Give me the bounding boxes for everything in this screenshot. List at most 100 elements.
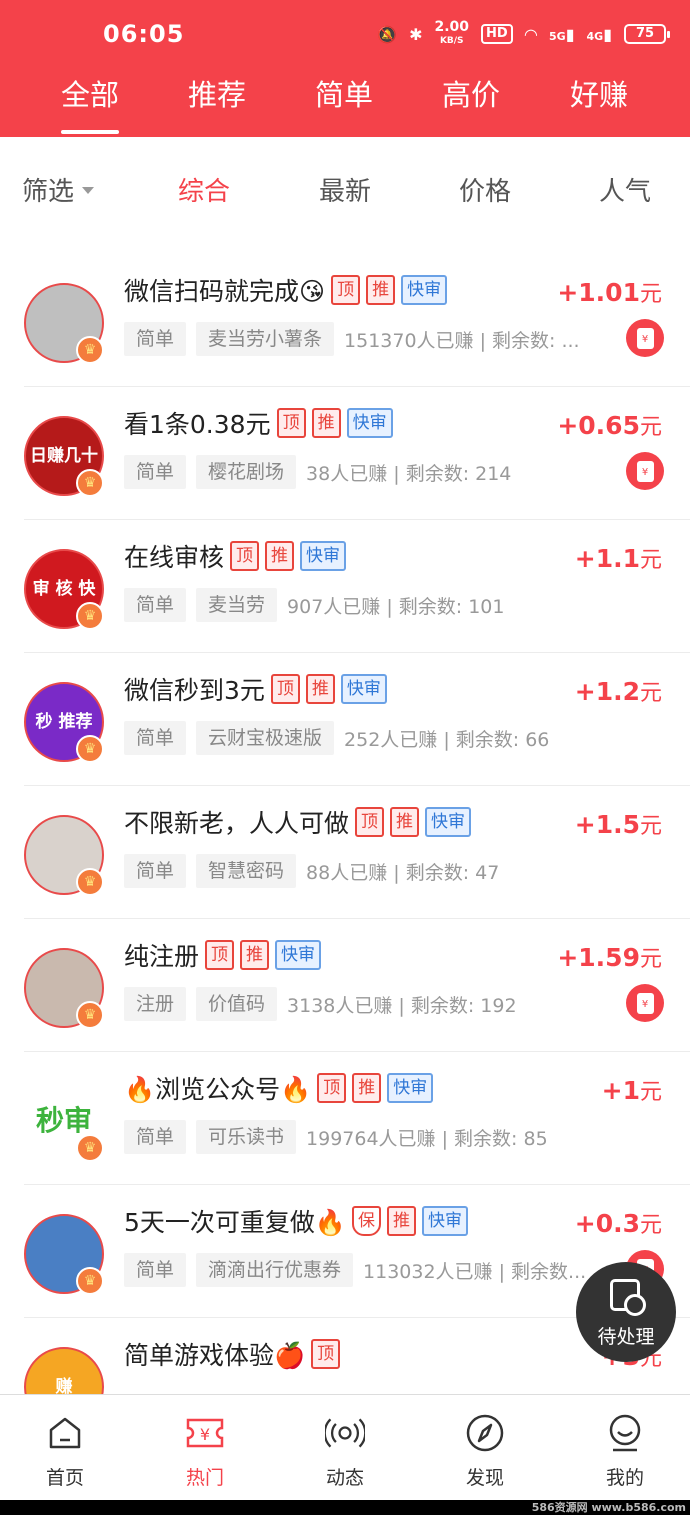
task-item[interactable]: 秒审 ♛ 🔥浏览公众号🔥 顶推快审 +1元 简单 可乐读书 199764人已赚 | 剩余数: … (0, 1052, 690, 1185)
pending-button[interactable]: 待处理 (576, 1262, 676, 1362)
task-title-row: 微信扫码就完成😘 顶推快审 (124, 272, 448, 308)
crown-icon: ♛ (76, 1134, 104, 1162)
task-title: 不限新老，人人可做 (124, 809, 350, 838)
nav-mine[interactable]: 我的 (556, 1395, 690, 1501)
caret-down-icon (82, 187, 95, 194)
task-category: 简单 (124, 854, 187, 888)
sort-overall[interactable]: 综合 (164, 171, 244, 208)
task-category: 简单 (124, 588, 187, 622)
task-meta: 简单 滴滴出行优惠券 113032人已赚 | 剩余数... (124, 1253, 586, 1287)
task-meta: 简单 可乐读书 199764人已赚 | 剩余数: 85 (124, 1120, 548, 1154)
profile-icon (605, 1413, 645, 1453)
nav-hot-label: 热门 (185, 1467, 224, 1489)
tag-fast: 快审 (300, 541, 347, 571)
task-platform: 智慧密码 (196, 854, 297, 888)
task-platform: 价值码 (196, 987, 278, 1021)
crown-icon: ♛ (76, 1267, 104, 1295)
nav-home[interactable]: 首页 (0, 1395, 134, 1501)
filter-dropdown[interactable]: 筛选 (22, 171, 95, 208)
svg-text:¥: ¥ (200, 1425, 210, 1444)
task-item[interactable]: ♛ 微信扫码就完成😘 顶推快审 +1.01元 简单 麦当劳小薯条 151370人已赚 | 剩… (0, 254, 690, 387)
task-title-row: 微信秒到3元顶推快审 (124, 671, 387, 707)
task-title-row: 不限新老，人人可做顶推快审 (124, 804, 472, 840)
tag-top: 顶 (331, 275, 361, 305)
task-title-row: 5天一次可重复做🔥 保推快审 (124, 1203, 469, 1239)
category-tabs: 全部 推荐 简单 高价 好赚 (0, 64, 690, 137)
nav-hot[interactable]: ¥ 热门 (136, 1395, 274, 1501)
task-category: 简单 (124, 1253, 187, 1287)
task-meta: 简单 麦当劳 907人已赚 | 剩余数: 101 (124, 588, 504, 622)
task-price: +1元 (601, 1076, 662, 1105)
ticket-yen-icon: ¥ (185, 1413, 225, 1453)
tag-fast: 快审 (387, 1073, 434, 1103)
task-item[interactable]: ♛ 不限新老，人人可做顶推快审 +1.5元 简单 智慧密码 88人已赚 | 剩余数: 47 (0, 786, 690, 919)
task-category: 简单 (124, 721, 187, 755)
tag-rec: 推 (240, 940, 270, 970)
tag-top: 顶 (355, 807, 385, 837)
task-item[interactable]: 日赚几十 ♛ 看1条0.38元顶推快审 +0.65元 简单 樱花剧场 38人已赚 | 剩余数… (0, 387, 690, 520)
task-title: 5天一次可重复做🔥 (124, 1208, 347, 1237)
crown-icon: ♛ (76, 602, 104, 630)
crown-icon: ♛ (76, 735, 104, 763)
task-price: +1.1元 (574, 544, 662, 573)
watermark: 586资源网 www.b586.com (531, 1501, 686, 1514)
tab-recommend[interactable]: 推荐 (167, 72, 267, 114)
task-price: +1.59元 (557, 943, 662, 972)
task-title: 纯注册 (124, 942, 200, 971)
crown-icon: ♛ (76, 1001, 104, 1029)
tag-rec: 推 (311, 408, 341, 438)
home-icon (45, 1413, 85, 1453)
sort-price[interactable]: 价格 (445, 171, 525, 208)
task-price: +0.65元 (557, 411, 662, 440)
task-title-row: 看1条0.38元顶推快审 (124, 405, 393, 441)
task-platform: 滴滴出行优惠券 (196, 1253, 354, 1287)
red-envelope-icon: ¥ (626, 319, 664, 357)
nav-home-label: 首页 (45, 1467, 84, 1489)
task-title: 简单游戏体验🍎 (124, 1341, 306, 1370)
crown-icon: ♛ (76, 336, 104, 364)
task-platform: 可乐读书 (196, 1120, 297, 1154)
task-item[interactable]: 秒 推荐 ♛ 微信秒到3元顶推快审 +1.2元 简单 云财宝极速版 252人已赚 | 剩余数… (0, 653, 690, 786)
tag-fast: 快审 (401, 275, 448, 305)
task-item[interactable]: ♛ 纯注册顶推快审 +1.59元 注册 价值码 3138人已赚 | 剩余数: 192 ¥ (0, 919, 690, 1052)
header: 06:05 🔕 ✱ 2.00 KB/S HD ◠ 5G▮ 4G▮ 75 全部 推荐… (0, 0, 690, 137)
task-title: 🔥浏览公众号🔥 (124, 1075, 312, 1104)
task-platform: 樱花剧场 (196, 455, 297, 489)
nav-mine-label: 我的 (605, 1467, 644, 1489)
tag-rec: 推 (387, 1206, 417, 1236)
task-stats: 907人已赚 | 剩余数: 101 (287, 595, 505, 618)
nav-activity[interactable]: 动态 (276, 1395, 414, 1501)
task-title: 看1条0.38元 (124, 410, 271, 439)
red-envelope-icon: ¥ (626, 452, 664, 490)
sort-popularity[interactable]: 人气 (585, 171, 665, 208)
task-meta: 注册 价值码 3138人已赚 | 剩余数: 192 (124, 987, 517, 1021)
task-item[interactable]: 审 核 快 ♛ 在线审核顶推快审 +1.1元 简单 麦当劳 907人已赚 | 剩余数: 10… (0, 520, 690, 653)
signal-5g-icon: 5G▮ (549, 24, 575, 44)
nav-discover-label: 发现 (465, 1467, 504, 1489)
tag-fast: 快审 (346, 408, 393, 438)
tag-fast: 快审 (275, 940, 322, 970)
tag-top: 顶 (311, 1339, 341, 1369)
tab-high-price[interactable]: 高价 (421, 72, 521, 114)
task-title-row: 纯注册顶推快审 (124, 937, 322, 973)
crown-icon: ♛ (76, 868, 104, 896)
bottom-nav: 首页 ¥ 热门 动态 发现 我的 (0, 1394, 690, 1500)
task-meta: 简单 樱花剧场 38人已赚 | 剩余数: 214 (124, 455, 511, 489)
task-stats: 38人已赚 | 剩余数: 214 (306, 462, 512, 485)
task-category: 注册 (124, 987, 187, 1021)
pending-label: 待处理 (597, 1326, 655, 1348)
tag-top: 顶 (317, 1073, 347, 1103)
task-title-row: 简单游戏体验🍎 顶 (124, 1336, 341, 1372)
tab-all[interactable]: 全部 (40, 72, 140, 114)
task-title: 微信秒到3元 (124, 676, 265, 705)
tag-top: 顶 (276, 408, 306, 438)
task-price: +1.01元 (557, 278, 662, 307)
mute-icon: 🔕 (377, 24, 398, 44)
sort-newest[interactable]: 最新 (305, 171, 385, 208)
hd-icon: HD (481, 24, 513, 44)
tab-simple[interactable]: 简单 (294, 72, 394, 114)
nav-discover[interactable]: 发现 (416, 1395, 554, 1501)
tab-easy-earn[interactable]: 好赚 (549, 72, 649, 114)
filter-bar: 筛选 综合 最新 价格 人气 (0, 137, 690, 237)
pending-clock-icon (610, 1279, 646, 1316)
